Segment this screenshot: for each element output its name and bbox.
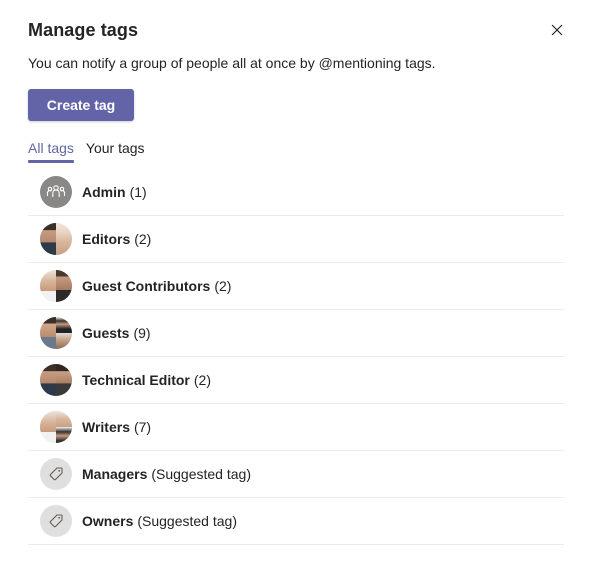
tag-row-technical-editor[interactable]: Technical Editor (2) [28, 357, 564, 404]
create-tag-button[interactable]: Create tag [28, 89, 134, 121]
close-button[interactable] [547, 20, 567, 40]
tag-icon [40, 505, 72, 537]
tag-label: Owners (Suggested tag) [82, 513, 237, 529]
tab-your-tags[interactable]: Your tags [86, 140, 145, 163]
tag-row-guest-contributors[interactable]: Guest Contributors (2) [28, 263, 564, 310]
dialog-title: Manage tags [28, 20, 139, 40]
tag-suggestion: (Suggested tag) [137, 513, 237, 529]
tag-row-admin[interactable]: Admin (1) [28, 169, 564, 216]
tag-suggestion: (Suggested tag) [151, 466, 251, 482]
tag-icon [40, 458, 72, 490]
tag-count: (2) [214, 278, 232, 294]
dialog-description: You can notify a group of people all at … [28, 55, 436, 71]
member-photos-avatar [40, 223, 72, 255]
tab-all-tags[interactable]: All tags [28, 140, 74, 163]
tag-name: Managers [82, 466, 148, 482]
tag-name: Guest Contributors [82, 278, 211, 294]
member-photos-avatar [40, 411, 72, 443]
tag-tabs: All tags Your tags [28, 140, 145, 164]
tag-name: Technical Editor [82, 372, 190, 388]
tag-label: Guests (9) [82, 325, 151, 341]
tag-name: Editors [82, 231, 131, 247]
tag-count: (7) [133, 419, 152, 435]
member-photos-avatar [40, 317, 72, 349]
member-photos-avatar [40, 364, 72, 396]
close-icon [551, 24, 563, 36]
tag-list: Admin (1) Editors (2) Guest Contributors (2… [28, 169, 564, 545]
tag-name: Admin [82, 184, 126, 200]
tag-name: Owners [82, 513, 134, 529]
tag-row-managers[interactable]: Managers (Suggested tag) [28, 451, 564, 498]
tag-count: (2) [134, 231, 152, 247]
manage-tags-dialog: Manage tags You can notify a group of pe… [0, 0, 592, 585]
tag-row-guests[interactable]: Guests (9) [28, 310, 564, 357]
tag-row-editors[interactable]: Editors (2) [28, 216, 564, 263]
tag-label: Admin (1) [82, 184, 147, 200]
tag-label: Guest Contributors (2) [82, 278, 231, 294]
tag-label: Managers (Suggested tag) [82, 466, 251, 482]
tag-name: Guests [82, 325, 130, 341]
tag-name: Writers [82, 419, 130, 435]
tag-label: Technical Editor (2) [82, 372, 211, 388]
tag-count: (9) [133, 325, 151, 341]
tag-count: (2) [193, 372, 211, 388]
member-photos-avatar [40, 270, 72, 302]
tag-row-writers[interactable]: Writers (7) [28, 404, 564, 451]
tag-label: Editors (2) [82, 231, 151, 247]
tag-row-owners[interactable]: Owners (Suggested tag) [28, 498, 564, 545]
tag-label: Writers (7) [82, 419, 151, 435]
group-icon [40, 176, 72, 208]
tag-count: (1) [129, 184, 147, 200]
